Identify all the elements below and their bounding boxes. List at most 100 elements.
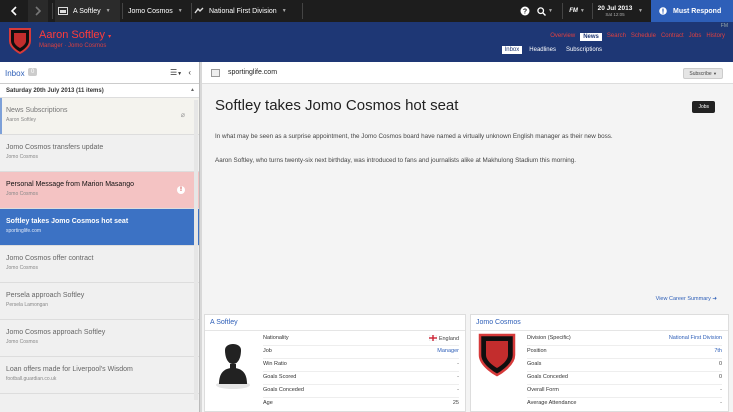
inbox-item[interactable]: Loan offers made for Liverpool's Wisdom …	[0, 357, 199, 394]
row-value: 0	[718, 361, 722, 367]
row-value[interactable]: 7th	[714, 348, 722, 354]
fm-menu-button[interactable]: FM ▼	[566, 0, 588, 22]
chevron-down-icon: ▼	[177, 8, 183, 14]
career-summary-link[interactable]: View Career Summary ➜	[656, 296, 717, 302]
inbox-title: Inbox	[5, 69, 25, 78]
inbox-item-title: Loan offers made for Liverpool's Wisdom	[6, 366, 133, 373]
chevron-left-icon	[10, 6, 17, 16]
row-value: -	[720, 400, 722, 406]
inbox-item[interactable]: News Subscriptions Aaron Softley ⌀	[0, 98, 199, 135]
profile-row: Average Attendance -	[527, 400, 722, 410]
news-subnav: Inbox Headlines Subscriptions	[501, 46, 605, 54]
category-tag[interactable]: Jobs	[692, 101, 715, 113]
chevron-down-icon: ▼	[105, 8, 111, 14]
chevron-right-icon	[35, 6, 42, 16]
manager-name-text: Aaron Softley	[39, 29, 106, 41]
news-nav: Overview News Search Schedule Contract J…	[550, 33, 725, 41]
tab-overview[interactable]: Overview	[550, 33, 575, 41]
attachment-icon: ⌀	[180, 112, 185, 119]
back-button[interactable]	[4, 0, 24, 22]
inbox-item[interactable]: Jomo Cosmos transfers update Jomo Cosmos	[0, 135, 199, 172]
row-value[interactable]: Manager	[437, 348, 459, 354]
game-date: 20 Jul 2013 Sat 12:05	[594, 0, 636, 22]
row-value: -	[457, 387, 459, 393]
subtab-inbox[interactable]: Inbox	[501, 46, 523, 54]
tab-club-label: Jomo Cosmos	[128, 7, 173, 15]
inbox-item[interactable]: Persela approach Softley Persela Lamonga…	[0, 283, 199, 320]
divider	[263, 345, 459, 346]
search-icon	[537, 6, 547, 16]
row-label: Job	[263, 348, 272, 354]
date-heading[interactable]: Saturday 20th July 2013 (11 items) ▲	[0, 84, 199, 98]
profile-row: Nationality England	[263, 334, 459, 345]
row-label: Goals Conceded	[263, 387, 304, 393]
corner-label: FM	[720, 23, 728, 29]
inbox-item-title: News Subscriptions	[6, 107, 68, 114]
svg-text:?: ?	[523, 9, 527, 16]
collapse-icon[interactable]: ‹	[188, 68, 191, 77]
divider	[263, 371, 459, 372]
scroll-up-icon[interactable]: ▲	[190, 87, 195, 93]
article-panel: sportinglife.com Subscribe ▼ Softley tak…	[202, 62, 733, 412]
row-label: Goals Conceded	[527, 374, 568, 380]
help-icon: ?	[520, 6, 530, 16]
tab-manager[interactable]: A Softley ▼	[55, 0, 120, 22]
help-button[interactable]: ?	[518, 0, 532, 22]
chevron-down-icon[interactable]: ▼	[638, 8, 643, 14]
inbox-item-title: Jomo Cosmos approach Softley	[6, 329, 106, 336]
profile-row: Goals 0	[527, 361, 722, 371]
inbox-item[interactable]: Softley takes Jomo Cosmos hot seat sport…	[0, 209, 199, 246]
row-label: Position	[527, 348, 547, 354]
subtab-headlines[interactable]: Headlines	[526, 46, 559, 54]
divider	[471, 330, 728, 331]
tab-contract[interactable]: Contract	[661, 33, 684, 41]
must-respond-button[interactable]: Must Respond	[651, 0, 733, 22]
inbox-item-sender: Jomo Cosmos	[6, 154, 38, 160]
row-value: -	[720, 387, 722, 393]
tab-schedule[interactable]: Schedule	[631, 33, 656, 41]
row-value[interactable]: National First Division	[669, 335, 722, 341]
manager-name[interactable]: Aaron Softley ▾	[39, 29, 111, 41]
manager-card-title[interactable]: A Softley	[210, 319, 238, 326]
chevron-down-icon: ▼	[548, 8, 553, 14]
divider	[527, 384, 722, 385]
tab-club[interactable]: Jomo Cosmos ▼	[124, 0, 190, 22]
subtab-subscriptions[interactable]: Subscriptions	[563, 46, 605, 54]
forward-button[interactable]	[28, 0, 48, 22]
profile-row: Goals Scored -	[263, 374, 459, 384]
inbox-scrollbar[interactable]	[194, 100, 198, 400]
profile-row: Job Manager	[263, 348, 459, 358]
tab-history[interactable]: History	[706, 33, 725, 41]
tab-search[interactable]: Search	[607, 33, 626, 41]
date-heading-label: Saturday 20th July 2013 (11 items)	[6, 88, 104, 94]
divider	[263, 384, 459, 385]
divider	[527, 345, 722, 346]
chevron-down-icon: ▼	[281, 8, 287, 14]
inbox-item[interactable]: Jomo Cosmos offer contract Jomo Cosmos	[0, 246, 199, 283]
inbox-item[interactable]: Jomo Cosmos approach Softley Jomo Cosmos	[0, 320, 199, 357]
inbox-item-sender: Persela Lamongan	[6, 302, 48, 308]
inbox-count-badge: 0	[28, 68, 38, 76]
article-paragraph: Aaron Softley, who turns twenty-six next…	[215, 157, 576, 164]
inbox-menu-button[interactable]: ☰▼ ‹	[170, 68, 191, 77]
inbox-item-sender: Jomo Cosmos	[6, 339, 38, 345]
search-button[interactable]: ▼	[535, 0, 555, 22]
club-card-title[interactable]: Jomo Cosmos	[476, 319, 521, 326]
subscribe-button[interactable]: Subscribe ▼	[683, 68, 723, 79]
row-value: 0	[718, 374, 722, 380]
inbox-item-title: Jomo Cosmos transfers update	[6, 144, 104, 151]
top-bar: A Softley ▼ Jomo Cosmos ▼ National First…	[0, 0, 733, 22]
profile-row: Goals Conceded -	[263, 387, 459, 397]
inbox-item[interactable]: Personal Message from Marion Masango Jom…	[0, 172, 199, 209]
tab-news[interactable]: News	[580, 33, 602, 41]
inbox-header: Inbox 0 ☰▼ ‹	[0, 62, 199, 84]
inbox-item-sender: football.guardian.co.uk	[6, 376, 57, 382]
manager-profile-card: A Softley Nationality England Job Manage…	[204, 314, 466, 412]
row-label: Age	[263, 400, 273, 406]
divider	[527, 397, 722, 398]
tab-division[interactable]: National First Division ▼	[194, 0, 300, 22]
manager-silhouette-icon	[216, 344, 250, 389]
profile-row: Age 25	[263, 400, 459, 410]
tab-jobs[interactable]: Jobs	[689, 33, 702, 41]
competition-icon	[194, 7, 204, 14]
